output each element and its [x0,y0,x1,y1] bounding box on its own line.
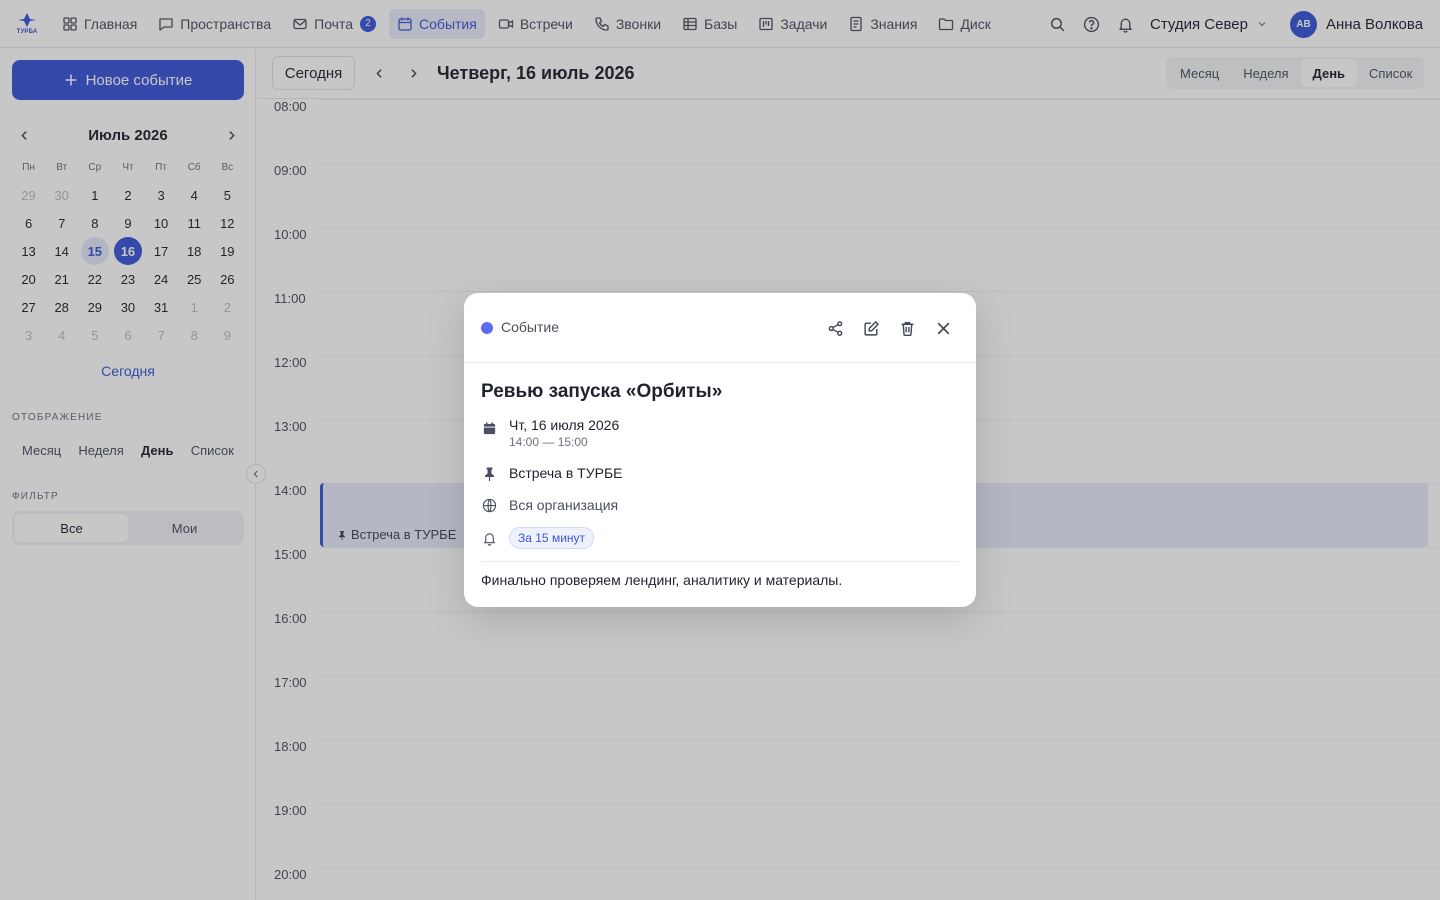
event-audience: Вся организация [509,497,619,513]
event-description: Финально проверяем лендинг, аналитику и … [481,572,843,588]
modal-actions [818,313,960,343]
globe-outline-icon [482,498,496,512]
event-kind-label: Событие [501,319,559,335]
event-title: Ревью запуска «Орбиты» [481,381,723,402]
reminder-chip[interactable]: За 15 минут [509,527,595,549]
globe-icon [481,497,497,513]
pushpin-icon [484,467,494,481]
event-date: Чт, 16 июля 2026 [509,417,620,433]
edit-button[interactable] [854,313,888,343]
calendar-filled-icon [483,421,495,434]
event-audience-row: Вся организация [481,497,618,513]
event-location: Встреча в ТУРБЕ [509,465,623,481]
modal-divider [481,561,959,562]
event-location-row: Встреча в ТУРБЕ [481,465,622,481]
event-reminder-row: За 15 минут [481,527,595,549]
share-button[interactable] [818,313,852,343]
modal-header: Событие [464,293,976,363]
event-color-dot [481,322,493,334]
bell-outline-icon [483,532,495,546]
close-icon [937,322,949,334]
bell-icon [481,530,497,546]
delete-button[interactable] [890,313,924,343]
trash-icon [901,321,913,336]
event-date-row: Чт, 16 июля 2026 14:00 — 15:00 [481,417,619,449]
share-icon [828,320,842,336]
edit-icon [863,320,879,336]
calendar-icon [481,420,497,436]
pin-icon [481,465,497,481]
event-time: 14:00 — 15:00 [509,435,588,449]
close-button[interactable] [926,313,960,343]
event-details-modal: Событие Ревью запуска «Орбиты» Чт, 16 ию… [464,293,976,607]
